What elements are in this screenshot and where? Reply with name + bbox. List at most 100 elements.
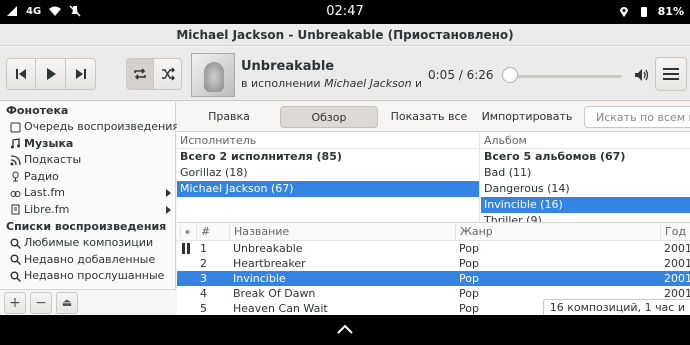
shuffle-icon [161,67,175,81]
artist-pane: Исполнитель Всего 2 исполнителя (85) Gori… [177,133,480,222]
sidebar-item-playlist-2[interactable]: Недавно прослушанные [0,268,175,285]
track-count-status: 16 композиций, 1 час и [542,299,690,315]
sidebar-item-library-2[interactable]: Подкасты [0,152,175,169]
album-row[interactable]: Thriller (9) [481,213,690,222]
tab-edit[interactable]: Правка [189,106,269,128]
battery-level: 81% [657,5,684,18]
search-field[interactable]: Искать по всем п [584,106,690,128]
sidebar-item-library-3[interactable]: Радио [0,169,175,186]
librefm-icon [10,204,21,215]
volume-column-icon [180,226,191,238]
column-genre[interactable]: Жанр [455,223,660,241]
podcast-icon [10,155,21,166]
sidebar-item-playlist-0[interactable]: Любимые композиции [0,235,175,252]
search-placeholder: Искать по всем п [596,110,690,124]
eject-button[interactable]: ⏏ [56,291,78,314]
lastfm-icon [10,188,21,199]
repeat-icon [134,68,146,80]
artist-row[interactable]: Gorillaz (18) [177,165,479,181]
track-year: 2001 [664,257,690,270]
previous-button[interactable] [6,58,36,90]
view-tabs: Правка Обзор Показать все Импортировать … [177,102,690,132]
seek-handle[interactable] [502,67,518,83]
tab-show-all[interactable]: Показать все [385,106,473,128]
album-row[interactable]: Всего 5 альбомов (67) [481,149,690,165]
next-button[interactable] [66,58,96,90]
chevron-right-icon[interactable] [166,205,171,214]
track-title: Heaven Can Wait [233,302,328,315]
album-row[interactable]: Invincible (16) [481,197,690,213]
sidebar-item-library-0[interactable]: Очередь воспроизведения [0,119,179,136]
location-icon [619,6,628,17]
remove-playlist-button[interactable]: − [30,291,52,314]
sidebar-item-library-1[interactable]: Музыка [0,136,175,153]
track-list-header: # Название Жанр Год [177,223,690,241]
track-row[interactable]: 1 Unbreakable Pop 2001 [177,241,690,256]
playback-controls [6,58,96,90]
sidebar-item-label: Недавно добавленные [24,252,156,266]
sidebar-item-label: Радио [24,169,59,183]
album-column-header[interactable]: Альбом [481,133,690,149]
track-row[interactable]: 3 Invincible Pop 2001 [177,271,690,286]
sidebar: Фонотека Очередь воспроизведения Музыка По… [0,102,179,315]
sidebar-item-library-4[interactable]: Last.fm [0,185,175,202]
chevron-up-icon[interactable] [337,324,353,334]
subtitle-prefix: в исполнении [241,77,325,90]
track-row[interactable]: 2 Heartbreaker Pop 2001 [177,256,690,271]
shuffle-button[interactable] [154,58,182,90]
track-number: 4 [200,287,207,300]
subtitle-suffix: из ал... [415,77,421,90]
library-heading: Фонотека [6,104,69,117]
sidebar-item-playlist-1[interactable]: Недавно добавленные [0,252,175,269]
track-number: 1 [200,242,207,255]
menu-button[interactable] [655,57,687,91]
hamburger-icon [663,68,679,80]
tab-browse[interactable]: Обзор [280,106,378,128]
skip-back-icon [16,69,26,79]
artist-column-header[interactable]: Исполнитель [177,133,479,149]
column-title[interactable]: Название [229,223,455,241]
chevron-right-icon[interactable] [166,189,171,197]
mode-controls [126,58,182,90]
track-number: 3 [200,272,207,285]
repeat-button[interactable] [126,58,154,90]
battery-icon [640,6,647,17]
radio-icon [10,171,21,182]
track-title: Unbreakable [233,242,303,255]
sidebar-item-label: Last.fm [24,186,65,199]
track-title: Heartbreaker [233,257,306,270]
tab-import[interactable]: Импортировать [477,106,577,128]
volume-icon[interactable] [633,66,651,84]
add-playlist-button[interactable]: + [4,291,26,314]
track-title: Break Of Dawn [233,287,316,300]
time-display: 0:05 / 6:26 [428,68,494,82]
track-number: 5 [200,302,207,315]
column-number[interactable]: # [196,223,229,241]
track-genre: Pop [459,242,479,255]
track-year: 2001 [664,272,690,285]
sidebar-item-label: Libre.fm [24,202,70,216]
window-title: Michael Jackson - Unbreakable (Приостано… [0,24,690,46]
sidebar-item-label: Очередь воспроизведения [24,120,180,133]
play-icon [46,68,56,80]
subtitle-artist: Michael Jackson [324,77,412,90]
play-button[interactable] [36,58,66,90]
playlists-heading: Списки воспроизведения [6,220,167,233]
library-browser: Исполнитель Всего 2 исполнителя (85) Gori… [177,133,690,222]
seek-bar[interactable] [504,75,622,78]
column-year[interactable]: Год [660,223,690,241]
search-icon [10,271,21,282]
sidebar-item-library-5[interactable]: Libre.fm [0,202,175,219]
album-pane: Альбом Всего 5 альбомов (67) Bad (11) Dang… [481,133,690,222]
track-genre: Pop [459,257,479,270]
navigation-bar [0,315,690,345]
artist-row[interactable]: Всего 2 исполнителя (85) [177,149,479,165]
queue-icon [10,122,21,133]
album-row[interactable]: Dangerous (14) [481,181,690,197]
album-row[interactable]: Bad (11) [481,165,690,181]
artist-row[interactable]: Michael Jackson (67) [177,181,479,197]
search-icon [10,254,21,266]
album-art[interactable] [191,53,235,97]
now-playing-title: Unbreakable [241,59,335,74]
sidebar-item-label: Любимые композиции [24,236,154,249]
